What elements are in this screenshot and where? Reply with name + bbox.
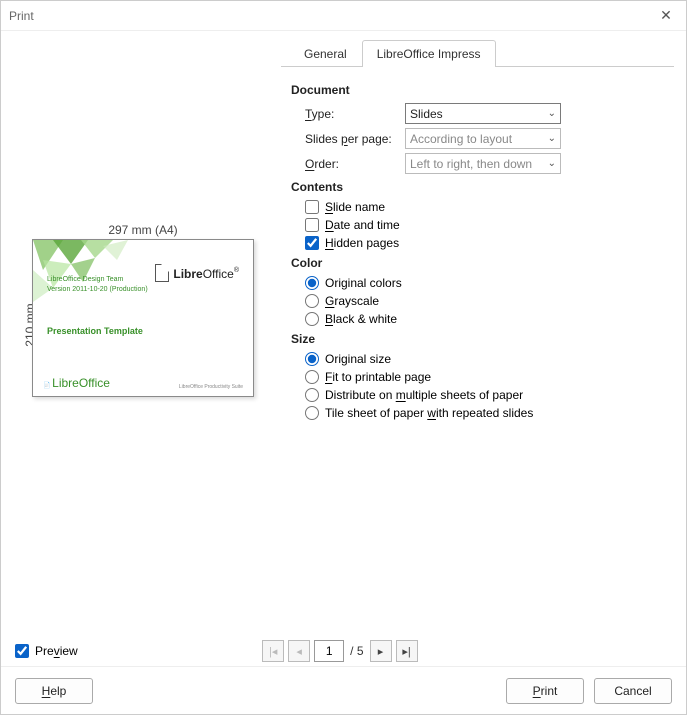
- document-icon: [155, 264, 169, 282]
- preview-wrap: 297 mm (A4) 210 mm LibreOffice® LibreOff…: [32, 239, 254, 397]
- section-color: Color: [291, 256, 664, 270]
- page-number-input[interactable]: [314, 640, 344, 662]
- type-select[interactable]: Slides⌄: [405, 103, 561, 124]
- hidden-pages-label: Hidden pages: [325, 236, 399, 250]
- last-page-button[interactable]: ▸|: [396, 640, 418, 662]
- tab-general[interactable]: General: [289, 40, 362, 67]
- type-label: Type:: [305, 107, 395, 121]
- slide-footer-right: LibreOffice Productivity Suite: [179, 384, 243, 390]
- prev-page-button[interactable]: ◂: [288, 640, 310, 662]
- impress-panel: Document Type: Slides⌄ Slides per page: …: [281, 67, 674, 628]
- original-size-radio[interactable]: [305, 352, 319, 366]
- tab-bar: General LibreOffice Impress: [281, 39, 674, 67]
- slide-footer-left: 📄 LibreOffice: [43, 376, 110, 390]
- date-time-label: Date and time: [325, 218, 400, 232]
- next-page-button[interactable]: ▸: [370, 640, 392, 662]
- slide-name-label: Slide name: [325, 200, 385, 214]
- content-area: 297 mm (A4) 210 mm LibreOffice® LibreOff…: [1, 31, 686, 636]
- section-document: Document: [291, 83, 664, 97]
- page-total-label: / 5: [348, 644, 365, 658]
- distribute-label: Distribute on multiple sheets of paper: [325, 388, 523, 402]
- order-select[interactable]: Left to right, then down⌄: [405, 153, 561, 174]
- logo-text: LibreOffice®: [173, 265, 239, 282]
- print-preview-page: LibreOffice® LibreOffice Design Team Ver…: [32, 239, 254, 397]
- preview-nav-bar: Preview |◂ ◂ / 5 ▸ ▸|: [1, 636, 686, 666]
- original-size-label: Original size: [325, 352, 391, 366]
- chevron-down-icon: ⌄: [548, 133, 556, 144]
- hidden-pages-checkbox[interactable]: [305, 236, 319, 250]
- titlebar: Print ✕: [1, 1, 686, 31]
- slides-per-page-select[interactable]: According to layout⌄: [405, 128, 561, 149]
- distribute-radio[interactable]: [305, 388, 319, 402]
- preview-label: Preview: [35, 644, 78, 658]
- fit-page-label: Fit to printable page: [325, 370, 431, 384]
- first-page-button[interactable]: |◂: [262, 640, 284, 662]
- help-button[interactable]: Help: [15, 678, 93, 704]
- slide-title: Presentation Template: [47, 326, 143, 336]
- preview-checkbox[interactable]: [15, 644, 29, 658]
- slides-per-page-label: Slides per page:: [305, 132, 395, 146]
- tile-label: Tile sheet of paper with repeated slides: [325, 406, 533, 420]
- grayscale-label: Grayscale: [325, 294, 379, 308]
- slide-line1: LibreOffice Design Team: [47, 276, 123, 283]
- chevron-down-icon: ⌄: [548, 158, 556, 169]
- close-icon[interactable]: ✕: [654, 7, 678, 24]
- section-size: Size: [291, 332, 664, 346]
- bw-label: Black & white: [325, 312, 397, 326]
- libreoffice-logo: LibreOffice®: [155, 264, 239, 282]
- page-navigation: |◂ ◂ / 5 ▸ ▸|: [262, 640, 417, 662]
- chevron-down-icon: ⌄: [548, 108, 556, 119]
- order-label: Order:: [305, 157, 395, 171]
- window-title: Print: [9, 9, 654, 23]
- dialog-footer: Help Print Cancel: [1, 666, 686, 714]
- cancel-button[interactable]: Cancel: [594, 678, 672, 704]
- preview-toggle[interactable]: Preview: [15, 644, 78, 658]
- date-time-checkbox[interactable]: [305, 218, 319, 232]
- tab-impress[interactable]: LibreOffice Impress: [362, 40, 496, 67]
- slide-name-checkbox[interactable]: [305, 200, 319, 214]
- page-width-label: 297 mm (A4): [32, 223, 254, 237]
- slide-line2: Version 2011-10-20 (Production): [47, 286, 148, 293]
- options-pane: General LibreOffice Impress Document Typ…: [281, 39, 674, 628]
- section-contents: Contents: [291, 180, 664, 194]
- bw-radio[interactable]: [305, 312, 319, 326]
- grayscale-radio[interactable]: [305, 294, 319, 308]
- original-colors-radio[interactable]: [305, 276, 319, 290]
- original-colors-label: Original colors: [325, 276, 402, 290]
- tile-radio[interactable]: [305, 406, 319, 420]
- fit-page-radio[interactable]: [305, 370, 319, 384]
- preview-pane: 297 mm (A4) 210 mm LibreOffice® LibreOff…: [13, 39, 273, 628]
- print-button[interactable]: Print: [506, 678, 584, 704]
